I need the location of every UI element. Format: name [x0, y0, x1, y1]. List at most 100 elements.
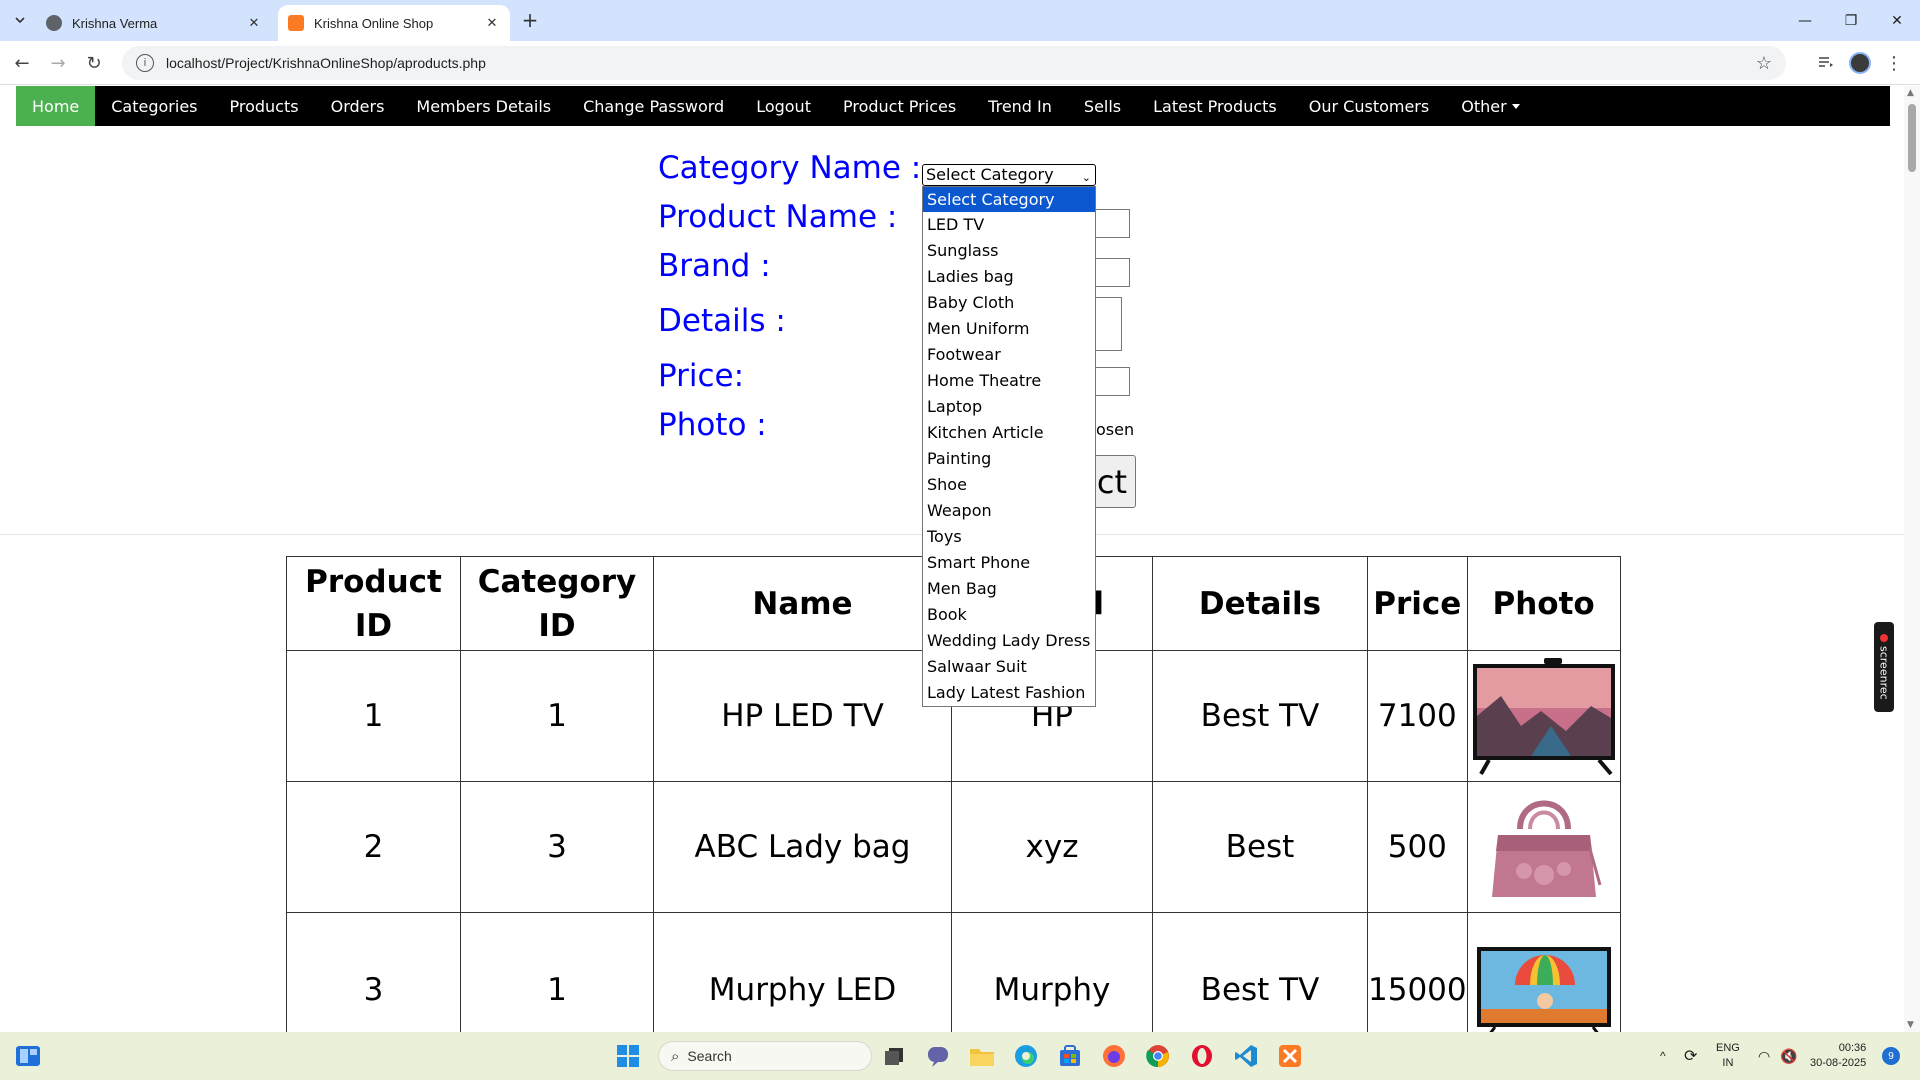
dropdown-option[interactable]: Painting [923, 446, 1095, 472]
dropdown-option[interactable]: Home Theatre [923, 368, 1095, 394]
dropdown-option[interactable]: Men Bag [923, 576, 1095, 602]
opera-icon[interactable] [1186, 1040, 1218, 1072]
nav-product-prices[interactable]: Product Prices [827, 86, 972, 126]
file-chooser-status[interactable]: osen [1096, 420, 1134, 439]
screenrec-label: screenrec [1877, 646, 1891, 700]
restore-icon[interactable]: ❐ [1828, 0, 1874, 41]
taskbar-search[interactable]: ⌕ Search [658, 1041, 872, 1071]
cell-name: HP LED TV [653, 650, 952, 782]
notification-center[interactable]: 9 [1882, 1032, 1900, 1080]
store-icon[interactable] [1054, 1040, 1086, 1072]
close-window-icon[interactable]: ✕ [1874, 0, 1920, 41]
dropdown-option[interactable]: Laptop [923, 394, 1095, 420]
teams-chat-icon[interactable] [922, 1040, 954, 1072]
language-indicator[interactable]: ENG IN [1716, 1032, 1740, 1080]
xampp-icon[interactable] [1274, 1040, 1306, 1072]
scroll-up-icon[interactable]: ▲ [1907, 88, 1914, 98]
browser-tabstrip: Krishna Verma ✕ Krishna Online Shop ✕ + … [0, 0, 1920, 41]
dropdown-option[interactable]: Weapon [923, 498, 1095, 524]
dropdown-option[interactable]: Smart Phone [923, 550, 1095, 576]
table-row: 2 3 ABC Lady bag xyz Best 500 [286, 781, 1621, 913]
nav-products[interactable]: Products [214, 86, 315, 126]
edge-browser-icon[interactable] [1010, 1040, 1042, 1072]
dropdown-option[interactable]: Toys [923, 524, 1095, 550]
nav-other-label: Other [1461, 96, 1507, 116]
forward-icon[interactable]: → [44, 49, 72, 77]
show-hidden-icons[interactable]: ^ [1660, 1032, 1666, 1080]
browser-toolbar: ← → ↻ i localhost/Project/KrishnaOnlineS… [0, 41, 1920, 85]
media-controls-icon[interactable] [1812, 49, 1840, 77]
nav-logout[interactable]: Logout [740, 86, 827, 126]
task-view-icon[interactable] [878, 1040, 910, 1072]
address-bar[interactable]: i localhost/Project/KrishnaOnlineShop/ap… [122, 46, 1786, 80]
profile-avatar[interactable] [1846, 49, 1874, 77]
url-text: localhost/Project/KrishnaOnlineShop/apro… [166, 55, 486, 71]
windows-start-icon[interactable] [612, 1040, 644, 1072]
site-info-icon[interactable]: i [136, 54, 154, 72]
dropdown-option[interactable]: Footwear [923, 342, 1095, 368]
tab-krishna-verma[interactable]: Krishna Verma ✕ [36, 5, 272, 41]
product-name-label: Product Name : [658, 199, 898, 235]
dropdown-option[interactable]: Baby Cloth [923, 290, 1095, 316]
close-tab-icon[interactable]: ✕ [246, 15, 262, 31]
language-bottom: IN [1722, 1057, 1734, 1069]
cell-photo [1466, 912, 1621, 1032]
photo-label: Photo : [658, 407, 767, 443]
scroll-down-icon[interactable]: ▼ [1907, 1020, 1914, 1030]
price-label: Price: [658, 358, 745, 394]
menu-dots-icon[interactable]: ⋮ [1880, 49, 1908, 77]
dropdown-option[interactable]: Wedding Lady Dress [923, 628, 1095, 654]
chrome-icon[interactable] [1142, 1040, 1174, 1072]
scrollbar-thumb[interactable] [1908, 104, 1916, 172]
cell-details: Best TV [1152, 650, 1368, 782]
firefox-icon[interactable] [1098, 1040, 1130, 1072]
nav-categories[interactable]: Categories [95, 86, 213, 126]
nav-trend-in[interactable]: Trend In [972, 86, 1068, 126]
reload-icon[interactable]: ↻ [80, 49, 108, 77]
dropdown-option[interactable]: Book [923, 602, 1095, 628]
table-row: 3 1 Murphy LED Murphy Best TV 15000 [286, 912, 1621, 1032]
new-tab-icon[interactable]: + [518, 8, 542, 32]
wifi-icon[interactable]: ◠ [1758, 1032, 1770, 1080]
nav-change-password[interactable]: Change Password [567, 86, 740, 126]
dropdown-option[interactable]: Lady Latest Fashion [923, 680, 1095, 706]
category-select[interactable]: Select Category ⌄ [922, 164, 1096, 186]
dropdown-option[interactable]: Shoe [923, 472, 1095, 498]
vscode-icon[interactable] [1230, 1040, 1262, 1072]
dropdown-option-select-category[interactable]: Select Category [923, 187, 1095, 212]
globe-icon [46, 15, 62, 31]
dropdown-option[interactable]: Sunglass [923, 238, 1095, 264]
header-price: Price [1367, 556, 1468, 651]
minimize-icon[interactable]: — [1782, 0, 1828, 41]
dropdown-option[interactable]: Salwaar Suit [923, 654, 1095, 680]
dropdown-option[interactable]: Men Uniform [923, 316, 1095, 342]
cell-details: Best TV [1152, 912, 1368, 1032]
back-icon[interactable]: ← [8, 49, 36, 77]
widgets-icon[interactable] [12, 1040, 44, 1072]
screenrec-overlay[interactable]: screenrec [1874, 622, 1894, 712]
header-text: ID [354, 607, 393, 644]
file-explorer-icon[interactable] [966, 1040, 998, 1072]
nav-other-dropdown[interactable]: Other [1445, 86, 1535, 126]
dropdown-option[interactable]: Ladies bag [923, 264, 1095, 290]
dropdown-option[interactable]: LED TV [923, 212, 1095, 238]
page-scrollbar[interactable]: ▲ ▼ [1904, 86, 1920, 1032]
tab-krishna-online-shop[interactable]: Krishna Online Shop ✕ [278, 5, 510, 41]
clock[interactable]: 00:36 30-08-2025 [1810, 1032, 1866, 1080]
nav-our-customers[interactable]: Our Customers [1293, 86, 1445, 126]
tab-search-chevron-icon[interactable] [8, 8, 32, 32]
volume-muted-icon[interactable]: 🔇 [1780, 1032, 1797, 1080]
sync-icon[interactable]: ⟳ [1684, 1032, 1697, 1080]
nav-sells[interactable]: Sells [1068, 86, 1137, 126]
dropdown-option[interactable]: Kitchen Article [923, 420, 1095, 446]
nav-latest-products[interactable]: Latest Products [1137, 86, 1293, 126]
bookmark-star-icon[interactable]: ☆ [1756, 53, 1772, 74]
nav-orders[interactable]: Orders [315, 86, 401, 126]
chevron-down-icon: ⌄ [1081, 171, 1091, 184]
nav-members-details[interactable]: Members Details [400, 86, 567, 126]
cell-product-id: 2 [286, 781, 461, 913]
cell-photo [1466, 650, 1621, 782]
close-tab-icon[interactable]: ✕ [484, 15, 500, 31]
xampp-icon [288, 15, 304, 31]
nav-home[interactable]: Home [16, 86, 96, 126]
